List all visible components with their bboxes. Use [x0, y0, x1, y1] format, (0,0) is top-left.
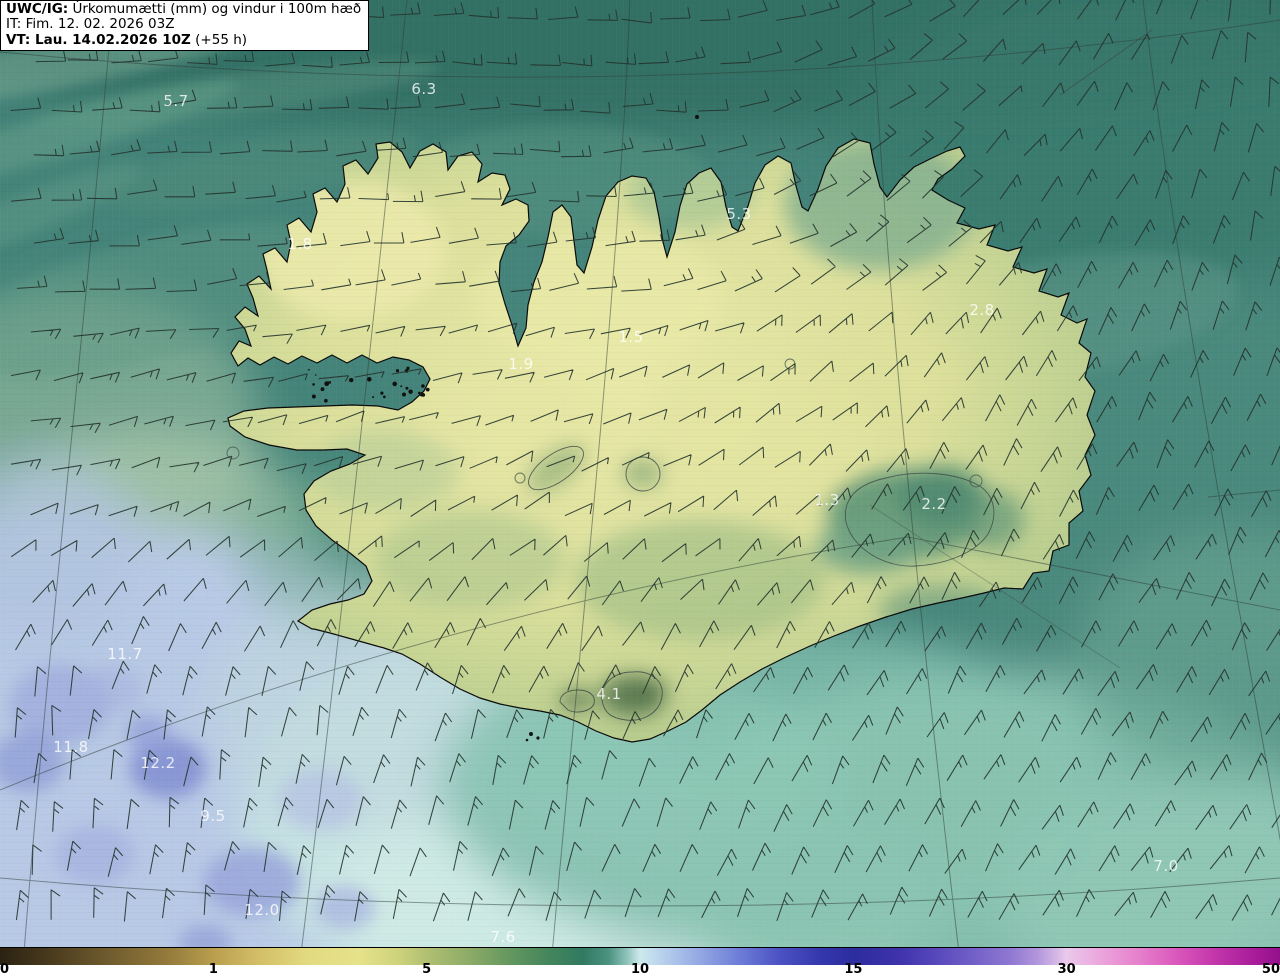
- island-dot: [405, 386, 409, 390]
- precip-blob: [375, 510, 565, 610]
- island-dot: [383, 395, 386, 399]
- island-dot: [312, 383, 315, 386]
- island-dot: [529, 732, 533, 736]
- island-dot: [392, 381, 398, 387]
- precip-blob: [55, 825, 135, 885]
- colorbar-label: 0: [0, 962, 10, 977]
- precip-blob: [126, 715, 170, 751]
- island-dot: [307, 368, 310, 371]
- product-description: Úrkomumætti (mm) og vindur i 100m hæð: [68, 1, 362, 17]
- init-time-line: IT: Fim. 12. 02. 2026 03Z: [6, 16, 175, 33]
- colorbar-label: 30: [1057, 962, 1076, 977]
- island-dot: [400, 385, 403, 388]
- colorbar-label: 15: [844, 962, 863, 977]
- island-dot: [536, 736, 540, 740]
- island-dot: [380, 391, 384, 395]
- title-box: UWC/IG: Úrkomumætti (mm) og vindur i 100…: [0, 0, 370, 51]
- island-dot: [425, 387, 430, 392]
- island-dot: [395, 369, 400, 373]
- title-line-product: UWC/IG: Úrkomumætti (mm) og vindur i 100…: [6, 1, 362, 17]
- island-dot: [419, 392, 424, 397]
- island-dot: [421, 384, 425, 388]
- island-dot: [402, 392, 406, 397]
- island-dot: [408, 389, 413, 394]
- precip-blob: [795, 330, 965, 430]
- precip-blob: [315, 886, 375, 930]
- weather-map: [0, 0, 1280, 948]
- island-dot: [320, 387, 325, 392]
- colorbar-label: 50: [1261, 962, 1280, 977]
- colorbar-label: 1: [208, 962, 218, 977]
- weather-map-window: 5.7 6.3 5.3 2.8 1.8 1.9 1.5 1.3 2.2 4.1 11.7 11.8 12…: [0, 0, 1280, 978]
- product-id: UWC/IG:: [6, 1, 69, 17]
- valid-time: VT: Lau. 14.02.2026 10Z: [6, 31, 191, 48]
- precip-blob: [78, 666, 142, 714]
- precip-blob: [628, 678, 666, 702]
- island-dot: [314, 374, 317, 376]
- island-dot: [311, 394, 316, 399]
- island-dot: [372, 396, 375, 399]
- island-dot: [406, 366, 410, 370]
- island-dot: [324, 398, 328, 403]
- island-dot: [525, 738, 529, 742]
- island-dot: [328, 381, 331, 384]
- forecast-offset: (+55 h): [190, 31, 248, 48]
- precip-blob: [204, 848, 300, 916]
- precip-blob: [575, 520, 825, 640]
- island-dot: [695, 115, 699, 119]
- colorbar-labels: 0 1 5 10 15 30 50: [0, 962, 1280, 978]
- colorbar-label: 10: [630, 962, 650, 977]
- colorbar-label: 5: [422, 962, 432, 977]
- island-dot: [367, 377, 372, 382]
- island-dot: [349, 377, 354, 383]
- valid-time-line: VT: Lau. 14.02.2026 10Z (+55 h): [6, 31, 361, 48]
